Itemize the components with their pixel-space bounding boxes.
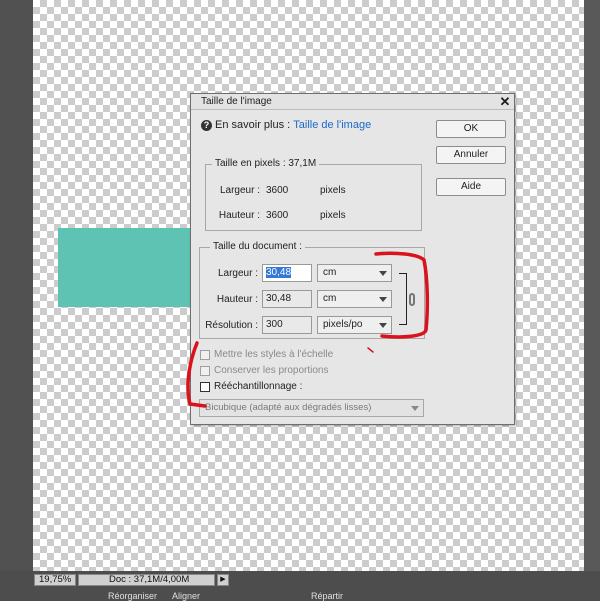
doc-width-label: Largeur : (217, 268, 258, 279)
scale-styles-label: Mettre les styles à l'échelle (214, 349, 334, 360)
resolution-input[interactable]: 300 (262, 316, 312, 334)
pixel-height-label: Hauteur : (218, 210, 260, 221)
resample-method-select[interactable]: Bicubique (adapté aux dégradés lisses) (199, 399, 424, 417)
pixel-dimensions-group: Taille en pixels : 37,1M Largeur : 3600 … (205, 158, 422, 231)
dialog-title: Taille de l'image (201, 96, 272, 107)
ok-button[interactable]: OK (436, 120, 506, 138)
chevron-down-icon (379, 271, 387, 276)
cancel-button[interactable]: Annuler (436, 146, 506, 164)
help-row: ? En savoir plus : Taille de l'image (201, 119, 371, 131)
help-button[interactable]: Aide (436, 178, 506, 196)
resolution-unit-select[interactable]: pixels/po (317, 316, 392, 334)
tools-strip (0, 0, 33, 571)
document-size-legend: Taille du document : (210, 241, 305, 252)
dialog-title-bar[interactable]: Taille de l'image ✕ (191, 94, 514, 110)
doc-height-unit-select[interactable]: cm (317, 290, 392, 308)
resample-option: Rééchantillonnage : (200, 381, 302, 392)
scale-styles-checkbox[interactable] (200, 349, 210, 360)
status-menu-arrow-icon[interactable]: ▶ (217, 574, 229, 586)
pixel-width-value: 3600 (266, 185, 289, 196)
help-circle-icon: ? (201, 119, 212, 131)
document-size-info: Doc : 37,1M/4,00M (78, 574, 215, 586)
image-size-dialog: Taille de l'image ✕ ? En savoir plus : T… (190, 93, 515, 425)
constrain-proportions-option: Conserver les proportions (200, 365, 329, 376)
doc-height-input[interactable]: 30,48 (262, 290, 312, 308)
chevron-down-icon (411, 406, 419, 411)
constrain-proportions-label: Conserver les proportions (214, 365, 329, 376)
doc-width-input[interactable]: 30,48 (262, 264, 312, 282)
resolution-label: Résolution : (205, 320, 258, 331)
chevron-down-icon (379, 323, 387, 328)
resample-label: Rééchantillonnage : (214, 381, 303, 392)
doc-width-unit-select[interactable]: cm (317, 264, 392, 282)
scale-styles-option: Mettre les styles à l'échelle (200, 349, 333, 360)
doc-height-label: Hauteur : (216, 294, 258, 305)
pixel-height-unit: pixels (320, 210, 346, 221)
constrain-proportions-checkbox[interactable] (200, 365, 210, 376)
help-prefix: En savoir plus : (215, 119, 291, 131)
pixel-width-unit: pixels (320, 185, 346, 196)
zoom-level-field[interactable]: 19,75% (34, 574, 76, 586)
vertical-scrollbar[interactable] (584, 0, 600, 571)
chain-link-icon (409, 293, 415, 306)
pixel-width-label: Largeur : (219, 185, 260, 196)
resample-checkbox[interactable] (200, 381, 210, 392)
pixel-dimensions-legend: Taille en pixels : 37,1M (212, 158, 320, 169)
document-size-group: Taille du document : Largeur : 30,48 cm … (199, 241, 425, 339)
chevron-down-icon (379, 297, 387, 302)
proportion-link-bracket (399, 273, 407, 325)
close-icon[interactable]: ✕ (498, 95, 512, 108)
teal-rectangle-layer[interactable] (58, 228, 198, 307)
help-link[interactable]: Taille de l'image (293, 119, 371, 131)
pixel-height-value: 3600 (266, 210, 289, 221)
